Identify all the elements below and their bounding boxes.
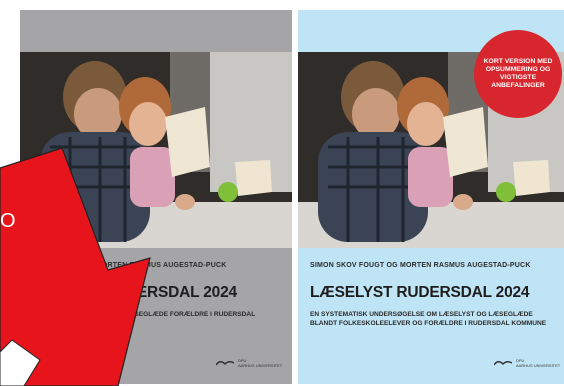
cover-photo-children-reading	[20, 52, 292, 248]
cover-authors: SKOV FOUGT OG MORTEN RASMUS AUGESTAD-PUC…	[32, 262, 227, 269]
university-logo: DPU AARHUS UNIVERSITET	[216, 358, 282, 368]
cover-title: LÆSELYST RUDERSDAL 2024	[310, 284, 530, 301]
arrow-text: O	[0, 210, 16, 232]
short-version-badge: KORT VERSION MED OPSUMMERING OG VIGTIGST…	[474, 30, 562, 118]
report-cover-left[interactable]: SKOV FOUGT OG MORTEN RASMUS AUGESTAD-PUC…	[20, 10, 292, 384]
university-logo: DPU AARHUS UNIVERSITET	[494, 358, 560, 368]
cover-title: ESELYST RUDERSDAL 2024	[32, 284, 237, 301]
logo-line-2: AARHUS UNIVERSITET	[516, 363, 561, 368]
cover-subtitle: EN SYSTEMATISK UNDERSØGELSE OM LÆSELYST …	[310, 311, 547, 327]
university-logo-icon	[216, 360, 234, 366]
cover-subtitle: UNDERSØ M LÆSELYST OG LÆSEGLÆDE FORÆLDRE…	[32, 311, 256, 327]
logo-line-2: AARHUS UNIVERSITET	[238, 363, 283, 368]
cover-authors: SIMON SKOV FOUGT OG MORTEN RASMUS AUGEST…	[310, 262, 531, 269]
university-logo-icon	[494, 360, 512, 366]
